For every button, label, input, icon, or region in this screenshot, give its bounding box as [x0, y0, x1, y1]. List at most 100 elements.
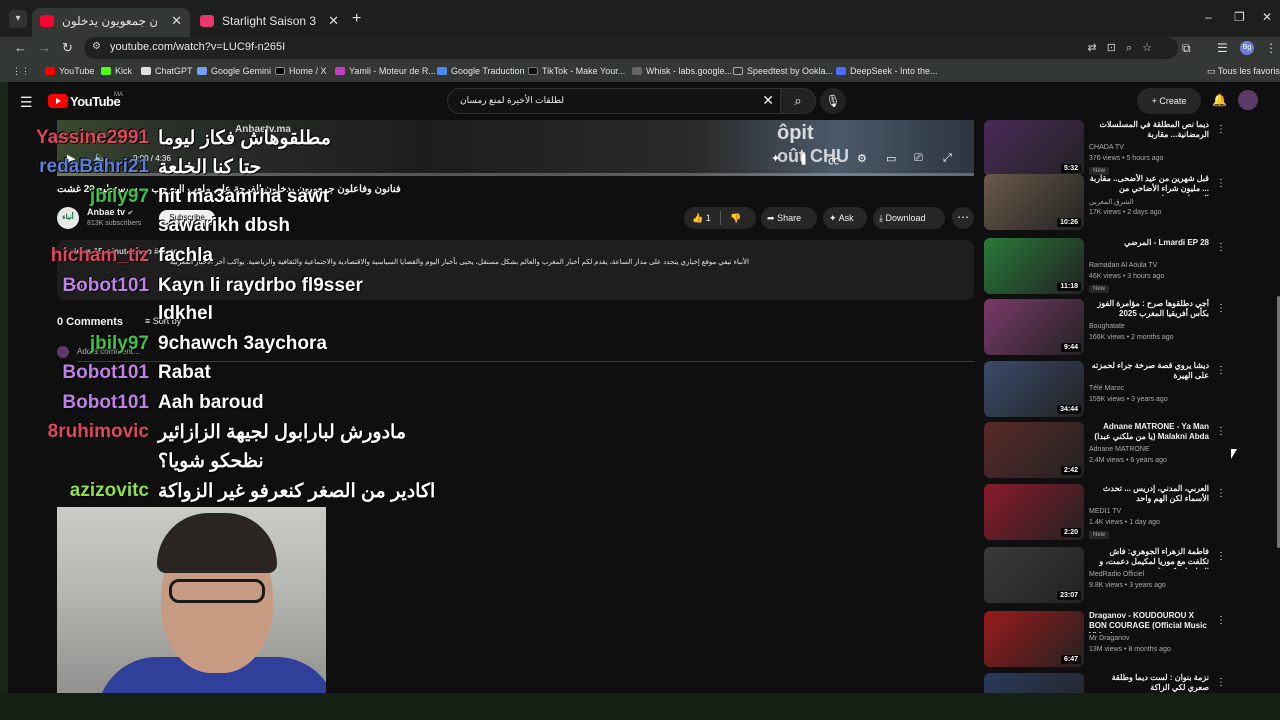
chrome-menu-icon[interactable]: ⋮ — [1265, 41, 1277, 55]
related-channel[interactable]: CHADA TV — [1089, 144, 1124, 151]
bookmark-yamli[interactable]: Yamli - Moteur de R... — [335, 66, 436, 76]
tab-close-icon[interactable]: ✕ — [328, 8, 339, 34]
clear-search-icon[interactable]: ✕ — [762, 92, 774, 109]
video-thumbnail[interactable]: 2:42 — [984, 422, 1084, 478]
video-thumbnail[interactable]: 34:44 — [984, 361, 1084, 417]
more-options-icon[interactable]: ⋮ — [1216, 677, 1226, 688]
forward-icon[interactable]: → — [38, 40, 51, 55]
related-views: 2.4M views • 6 years ago — [1089, 457, 1167, 464]
youtube-logo-text[interactable]: YouTube — [70, 94, 121, 109]
more-options-icon[interactable]: ⋮ — [1216, 178, 1226, 189]
related-title[interactable]: العربي، المدني، إدريس ... تحدث الأسماء ل… — [1089, 484, 1209, 504]
chat-text: اكادير من الصغر كنعرفو غير الزواكة — [158, 481, 436, 502]
notifications-icon[interactable]: 🔔 — [1212, 93, 1227, 107]
address-bar[interactable]: ⚙ youtube.com/watch?v=LUC9f-n265I ⇄⊡⌕☆ — [84, 37, 1178, 59]
bookmark-kick[interactable]: Kick — [101, 66, 132, 76]
related-channel[interactable]: Ramadan Al Aoula TV — [1089, 262, 1157, 269]
related-video-item[interactable]: 2:42 Adnane MATRONE - Ya Man Malakni Abda… — [984, 422, 1228, 482]
voice-search-icon[interactable]: 🎙 — [820, 88, 846, 114]
bookmark-whisk[interactable]: Whisk - labs.google... — [632, 66, 732, 76]
related-title[interactable]: أجي دطلقوها صرح : مؤامرة الفوز بكأس أفري… — [1089, 299, 1209, 319]
related-title[interactable]: Adnane MATRONE - Ya Man Malakni Abda (يا… — [1089, 422, 1209, 442]
profile-avatar[interactable]: Bg — [1240, 41, 1254, 55]
more-options-icon[interactable]: ⋮ — [1216, 124, 1226, 135]
bookmark-chatgpt[interactable]: ChatGPT — [141, 66, 193, 76]
new-tab-icon[interactable]: + — [352, 10, 361, 28]
tab-strip-icon[interactable]: ☰ — [1217, 41, 1228, 55]
related-channel[interactable]: MEDI1 TV — [1089, 508, 1121, 515]
related-title[interactable]: Draganov - KOUDOUROU X BON COURAGE (Offi… — [1089, 611, 1209, 633]
related-channel[interactable]: MedRadio Officiel — [1089, 571, 1144, 578]
more-options-icon[interactable]: ⋮ — [1216, 365, 1226, 376]
tab-search-icon[interactable]: ▾ — [9, 10, 27, 28]
more-options-icon[interactable]: ⋮ — [1216, 303, 1226, 314]
more-options-icon[interactable]: ⋮ — [1216, 426, 1226, 437]
related-title[interactable]: فاطمة الزهراء الجوهري: فاش تكلفت مع موري… — [1089, 547, 1209, 569]
related-video-item[interactable]: 23:07 فاطمة الزهراء الجوهري: فاش تكلفت مع… — [984, 547, 1228, 607]
more-options-icon[interactable]: ⋮ — [1216, 615, 1226, 626]
bookmark-speedtest[interactable]: Speedtest by Ookla... — [733, 66, 833, 76]
video-thumbnail[interactable]: 23:07 — [984, 547, 1084, 603]
search-button[interactable]: ⌕ — [780, 88, 816, 114]
related-title[interactable]: ديما نص المطلقة في المسلسلات الرمضانية..… — [1089, 120, 1209, 140]
more-options-icon[interactable]: ⋮ — [1216, 551, 1226, 562]
related-video-item[interactable]: 9:44 أجي دطلقوها صرح : مؤامرة الفوز بكأس … — [984, 299, 1228, 359]
extensions-icon[interactable]: ⧉ — [1182, 41, 1191, 56]
related-channel[interactable]: Mr Draganov — [1089, 635, 1129, 642]
menu-icon[interactable]: ☰ — [20, 94, 33, 111]
related-channel[interactable]: Boughatate — [1089, 323, 1125, 330]
related-views: 1.4K views • 1 day ago — [1089, 519, 1160, 526]
related-video-item[interactable]: 11:18 Lmardi EP 28 - المرضي Ramadan Al Aou… — [984, 238, 1228, 298]
new-badge: New — [1089, 531, 1110, 539]
account-avatar[interactable] — [1238, 90, 1258, 110]
search-input[interactable]: لطلقات الأخيرة لمنع رمسان ✕ — [447, 88, 781, 114]
related-video-item[interactable]: 34:44 ديشا يروي قصة صرخة جراء لحمزته على … — [984, 361, 1228, 421]
video-thumbnail[interactable]: 10:26 — [984, 174, 1084, 230]
reload-icon[interactable]: ↻ — [62, 40, 73, 56]
video-thumbnail[interactable]: 5:32 — [984, 120, 1084, 176]
related-channel[interactable]: الشرق المغربي — [1089, 198, 1134, 206]
related-video-item[interactable]: 5:32 ديما نص المطلقة في المسلسلات الرمضان… — [984, 120, 1228, 180]
video-thumbnail[interactable]: 9:44 — [984, 299, 1084, 355]
related-title[interactable]: نزمة بنوان : لست ديما وطلقة صعري لكي الز… — [1089, 673, 1209, 693]
related-channel[interactable]: Adnane MATRONE — [1089, 446, 1150, 453]
bookmark-tiktok[interactable]: TikTok - Make Your... — [528, 66, 625, 76]
site-info-icon[interactable]: ⚙ — [92, 41, 101, 52]
apps-icon[interactable]: ⋮⋮ — [12, 66, 30, 77]
bookmark-youtube[interactable]: YouTube — [45, 66, 94, 76]
more-options-icon[interactable]: ⋮ — [1216, 488, 1226, 499]
omnibox-actions[interactable]: ⇄⊡⌕☆ — [1088, 41, 1162, 55]
video-thumbnail[interactable]: 11:18 — [984, 238, 1084, 294]
bookmark-gemini[interactable]: Google Gemini — [197, 66, 271, 76]
tab-close-icon[interactable]: ✕ — [171, 8, 182, 34]
chat-text: Aah baroud — [158, 392, 264, 413]
more-options-icon[interactable]: ⋮ — [1216, 242, 1226, 253]
webcam-hair — [157, 513, 277, 573]
bookmark-translate[interactable]: Google Traduction — [437, 66, 525, 76]
search-query[interactable]: لطلقات الأخيرة لمنع رمسان — [460, 95, 564, 106]
chat-username: 8ruhimovic — [47, 421, 149, 442]
related-video-item[interactable]: 10:26 قبل شهرين من عيد الأضحى.. مقاربة ..… — [984, 174, 1228, 234]
bookmark-x[interactable]: Home / X — [275, 66, 327, 76]
window-close-icon[interactable]: ✕ — [1262, 10, 1272, 24]
related-title[interactable]: ديشا يروي قصة صرخة جراء لحمزته على الهير… — [1089, 361, 1209, 381]
all-bookmarks[interactable]: ▭ Tous les favoris — [1207, 66, 1280, 77]
related-title[interactable]: Lmardi EP 28 - المرضي — [1089, 238, 1209, 248]
minimize-icon[interactable]: – — [1205, 10, 1212, 24]
restore-icon[interactable]: ❐ — [1234, 10, 1245, 24]
tab-starlight[interactable]: Starlight Saison 3 - Prime 3 - ... ✕ — [192, 8, 347, 37]
create-button[interactable]: + Create — [1137, 88, 1201, 114]
related-video-item[interactable]: 2:20 العربي، المدني، إدريس ... تحدث الأسم… — [984, 484, 1228, 544]
youtube-logo-icon[interactable] — [48, 94, 68, 108]
video-thumbnail[interactable]: 2:20 — [984, 484, 1084, 540]
address-url[interactable]: youtube.com/watch?v=LUC9f-n265I — [110, 41, 285, 53]
back-icon[interactable]: ← — [14, 40, 27, 55]
tab-youtube-video[interactable]: فنانون وفاعلون جمعويون يدخلون ... ✕ — [32, 8, 190, 37]
chat-text: حتا كنا الخلعة — [158, 157, 262, 178]
chat-username: Bobot101 — [62, 392, 149, 413]
related-video-item[interactable]: 6:47 Draganov - KOUDOUROU X BON COURAGE (… — [984, 611, 1228, 671]
related-title[interactable]: قبل شهرين من عيد الأضحى.. مقاربة ... ملي… — [1089, 174, 1209, 196]
bookmark-deepseek[interactable]: DeepSeek - Into the... — [836, 66, 938, 76]
related-channel[interactable]: Télé Maroc — [1089, 385, 1124, 392]
video-thumbnail[interactable]: 6:47 — [984, 611, 1084, 667]
